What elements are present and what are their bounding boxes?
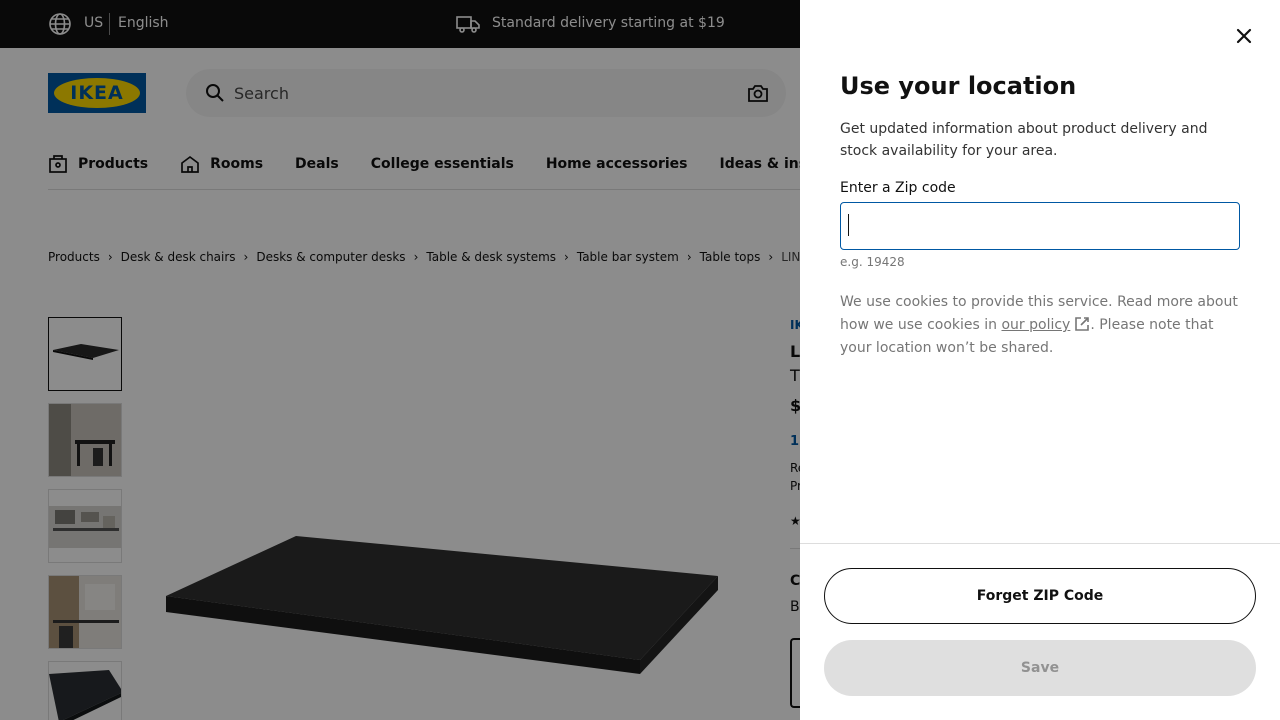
footer-divider: [800, 543, 1280, 544]
modal-title: Use your location: [840, 72, 1077, 100]
cookie-notice: We use cookies to provide this service. …: [840, 291, 1240, 360]
zip-hint: e.g. 19428: [840, 255, 905, 269]
zip-label: Enter a Zip code: [840, 180, 956, 196]
close-icon: [1236, 28, 1252, 44]
save-button[interactable]: Save: [824, 640, 1256, 696]
close-button[interactable]: [1228, 20, 1260, 52]
external-link-icon: [1075, 317, 1090, 331]
policy-link[interactable]: our policy: [1001, 317, 1070, 333]
text-cursor: [848, 214, 849, 236]
zip-code-input[interactable]: [840, 202, 1240, 250]
forget-zip-button[interactable]: Forget ZIP Code: [824, 568, 1256, 624]
modal-description: Get updated information about product de…: [840, 121, 1208, 159]
location-modal: Use your location Get updated informatio…: [800, 0, 1280, 720]
